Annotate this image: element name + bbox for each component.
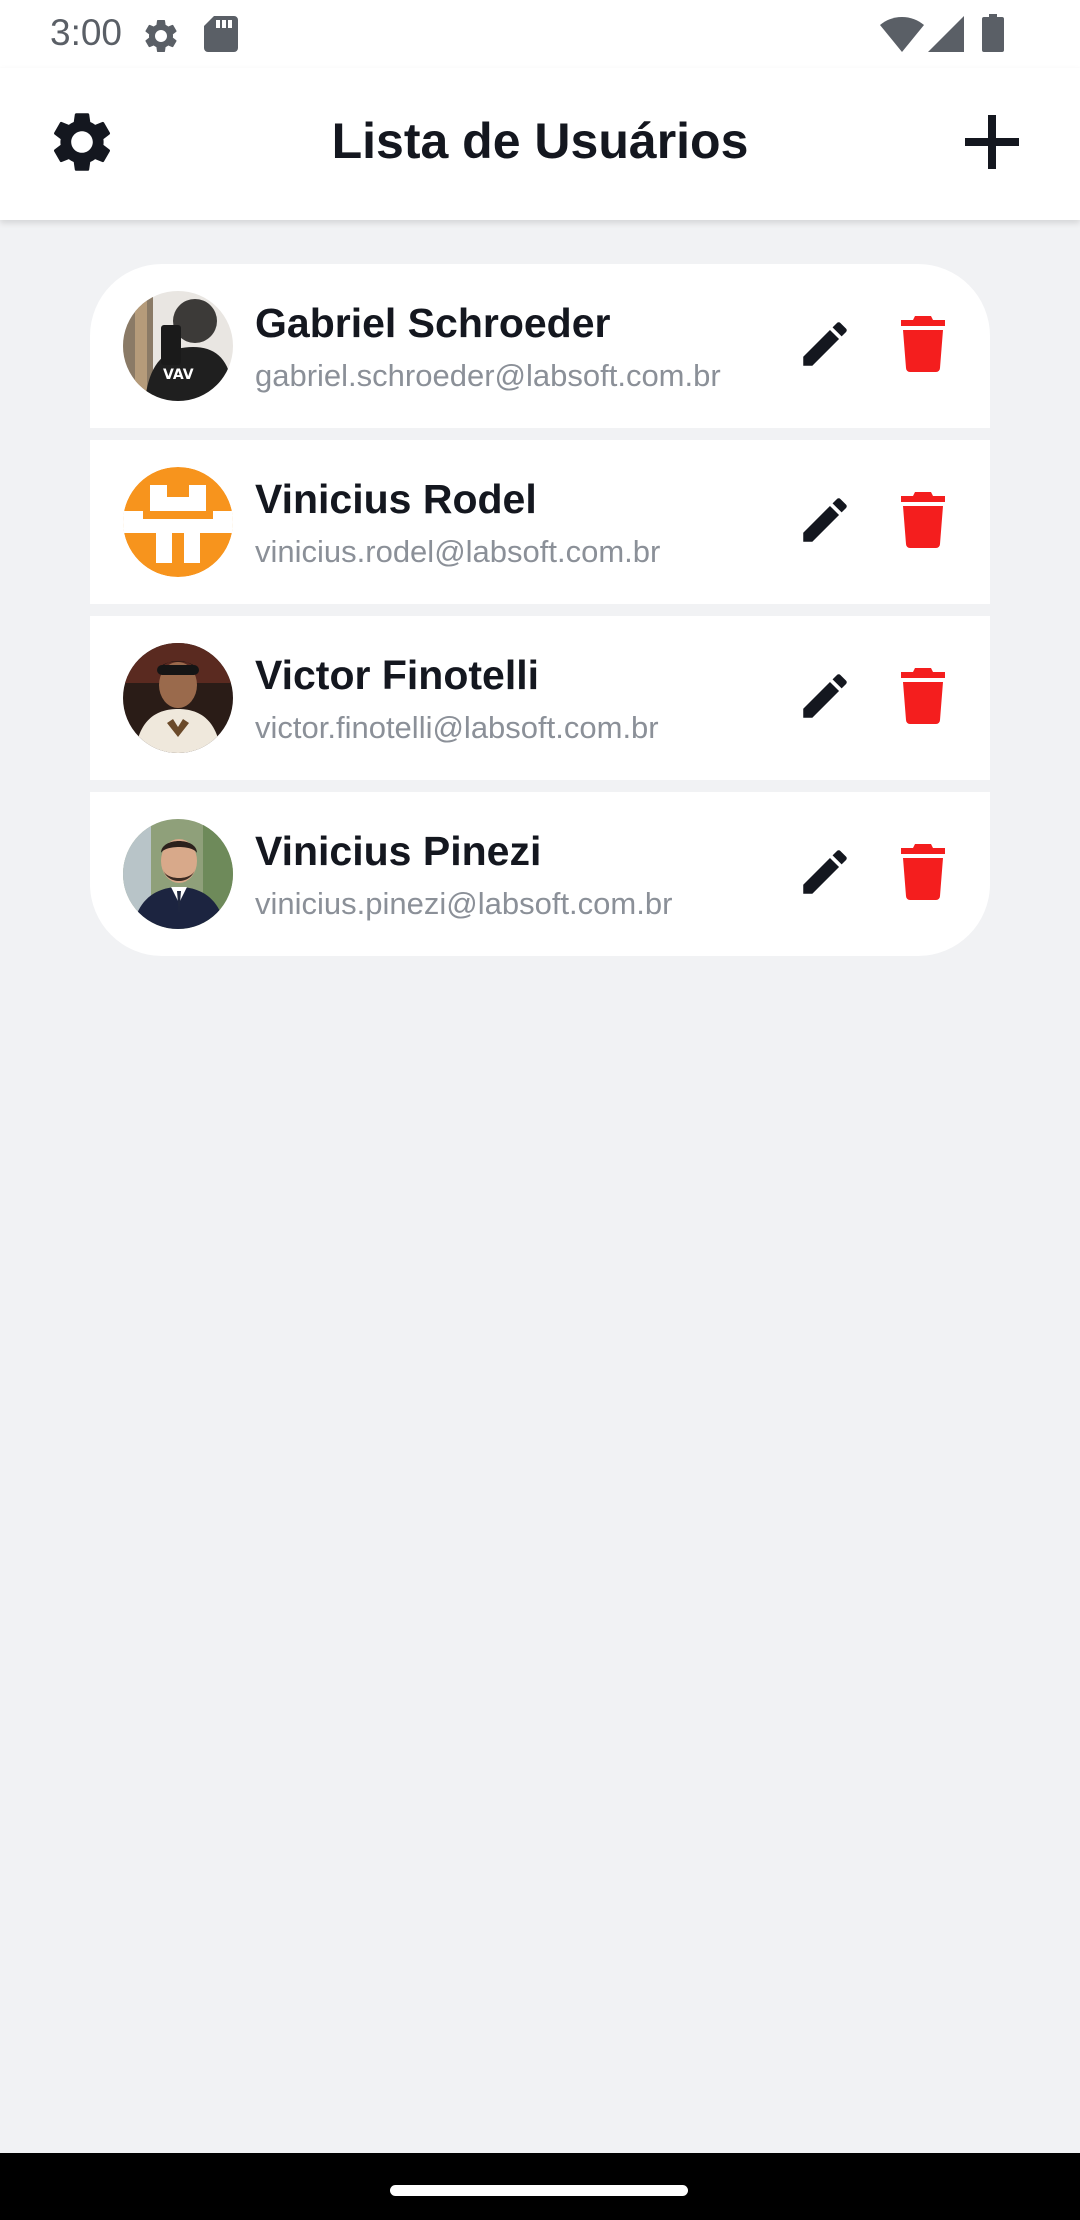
pencil-icon <box>796 843 854 906</box>
avatar: VAV <box>123 291 233 401</box>
pencil-icon <box>796 667 854 730</box>
avatar <box>123 643 233 753</box>
wifi-icon <box>880 16 924 57</box>
user-row-victor-finotelli[interactable]: Victor Finotelli victor.finotelli@labsof… <box>90 616 990 780</box>
user-email: vinicius.rodel@labsoft.com.br <box>255 534 661 569</box>
edit-button[interactable] <box>785 482 865 562</box>
user-email: gabriel.schroeder@labsoft.com.br <box>255 358 721 393</box>
svg-text:VAV: VAV <box>163 367 194 383</box>
user-email: victor.finotelli@labsoft.com.br <box>255 710 659 745</box>
screen: 3:00 Lista de Usuários VAV Gabriel Schro… <box>0 0 1080 2220</box>
user-email: vinicius.pinezi@labsoft.com.br <box>255 886 673 921</box>
user-row-vinicius-rodel[interactable]: Vinicius Rodel vinicius.rodel@labsoft.co… <box>90 440 990 604</box>
status-time: 3:00 <box>50 12 123 53</box>
add-user-button[interactable] <box>952 104 1032 184</box>
plus-icon <box>963 113 1021 176</box>
settings-status-icon <box>141 16 181 61</box>
delete-button[interactable] <box>883 834 963 914</box>
status-bar: 3:00 <box>0 0 1080 68</box>
trash-icon <box>899 667 947 729</box>
delete-button[interactable] <box>883 482 963 562</box>
user-list: VAV Gabriel Schroeder gabriel.schroeder@… <box>90 264 990 956</box>
edit-button[interactable] <box>785 658 865 738</box>
trash-icon <box>899 843 947 905</box>
page-title: Lista de Usuários <box>331 113 749 169</box>
signal-icon <box>928 16 964 57</box>
trash-icon <box>899 315 947 377</box>
pencil-icon <box>796 315 854 378</box>
pencil-icon <box>796 491 854 554</box>
trash-icon <box>899 491 947 553</box>
edit-button[interactable] <box>785 834 865 914</box>
avatar <box>123 819 233 929</box>
app-header: Lista de Usuários <box>0 68 1080 220</box>
sd-card-icon <box>204 16 238 57</box>
avatar <box>123 467 233 577</box>
system-nav-bar <box>0 2153 1080 2220</box>
battery-icon <box>982 14 1004 57</box>
home-gesture-handle[interactable] <box>390 2185 688 2196</box>
user-row-vinicius-pinezi[interactable]: Vinicius Pinezi vinicius.pinezi@labsoft.… <box>90 792 990 956</box>
user-name: Vinicius Rodel <box>255 476 537 522</box>
delete-button[interactable] <box>883 306 963 386</box>
user-name: Vinicius Pinezi <box>255 828 542 874</box>
user-name: Victor Finotelli <box>255 652 539 698</box>
edit-button[interactable] <box>785 306 865 386</box>
user-name: Gabriel Schroeder <box>255 300 611 346</box>
delete-button[interactable] <box>883 658 963 738</box>
user-row-gabriel-schroeder[interactable]: VAV Gabriel Schroeder gabriel.schroeder@… <box>90 264 990 428</box>
